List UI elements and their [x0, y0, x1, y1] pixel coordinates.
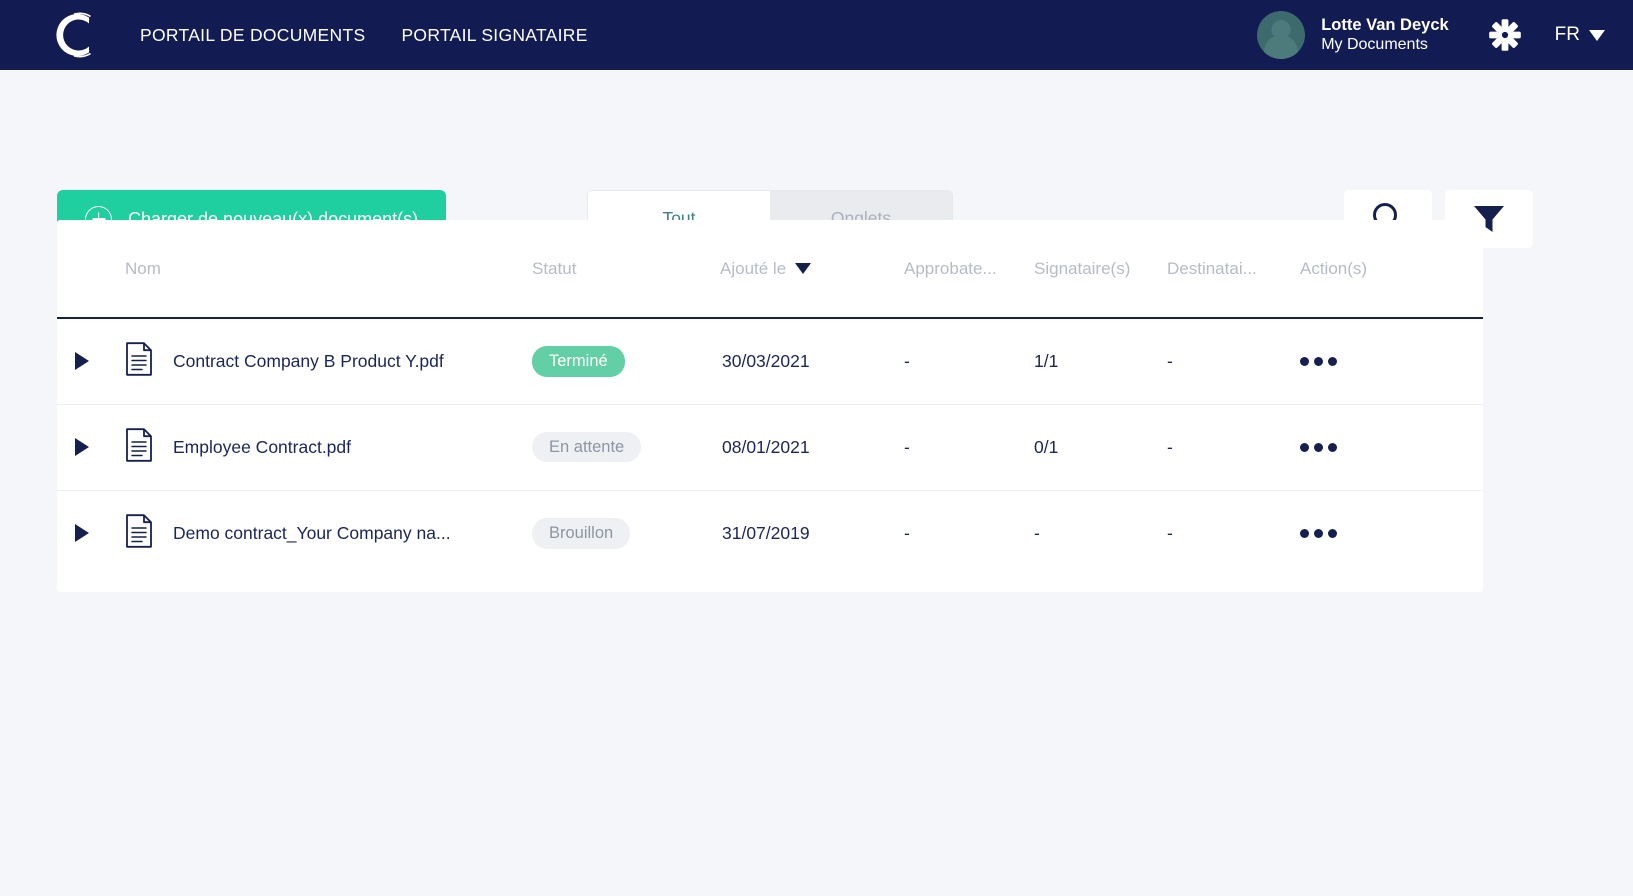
documents-card: Nom Statut Ajouté le Approbate... Signat…	[57, 220, 1483, 592]
table-header-row: Nom Statut Ajouté le Approbate... Signat…	[57, 220, 1483, 319]
recipients-cell: -	[1167, 489, 1300, 576]
expand-cell[interactable]	[57, 403, 125, 490]
main-nav: PORTAIL DE DOCUMENTS PORTAIL SIGNATAIRE	[140, 25, 588, 46]
signatories-cell: 0/1	[1034, 403, 1167, 490]
signatories-cell: 1/1	[1034, 350, 1059, 371]
status-cell: En attente	[532, 403, 720, 490]
documents-table: Nom Statut Ajouté le Approbate... Signat…	[57, 220, 1483, 576]
recipients-cell: -	[1167, 403, 1300, 490]
user-menu[interactable]: Lotte Van Deyck My Documents	[1257, 11, 1449, 59]
user-name: Lotte Van Deyck	[1321, 15, 1449, 34]
expand-cell[interactable]	[57, 489, 125, 576]
expand-row-icon[interactable]	[75, 352, 89, 371]
user-subtitle: My Documents	[1321, 36, 1428, 54]
user-avatar-icon	[1257, 11, 1306, 59]
date-cell: 31/07/2019	[720, 489, 904, 576]
document-icon	[125, 514, 153, 553]
document-name[interactable]: Contract Company B Product Y.pdf	[173, 351, 444, 372]
date-cell: 30/03/2021	[722, 350, 810, 371]
document-name[interactable]: Employee Contract.pdf	[173, 437, 351, 458]
approvers-cell: -	[904, 403, 1034, 490]
document-icon	[125, 342, 153, 381]
gear-icon[interactable]	[1485, 15, 1525, 55]
document-name[interactable]: Demo contract_Your Company na...	[173, 523, 451, 544]
top-navigation-bar: PORTAIL DE DOCUMENTS PORTAIL SIGNATAIRE …	[0, 0, 1633, 70]
table-row[interactable]: Demo contract_Your Company na... Brouill…	[57, 489, 1483, 576]
recipients-cell: -	[1167, 350, 1173, 371]
status-cell: Brouillon	[532, 489, 720, 576]
document-name-cell: Contract Company B Product Y.pdf	[125, 318, 532, 404]
expand-row-icon[interactable]	[75, 438, 89, 456]
nav-item-portail-de-documents[interactable]: PORTAIL DE DOCUMENTS	[140, 25, 365, 46]
document-name-cell: Demo contract_Your Company na...	[125, 489, 532, 576]
c-logo-icon[interactable]	[48, 8, 102, 62]
status-badge: Terminé	[532, 346, 625, 377]
ellipsis-icon[interactable]	[1300, 351, 1337, 372]
approvers-cell: -	[904, 350, 910, 371]
toolbar: Charger de nouveau(x) document(s) Tout O…	[0, 70, 1633, 248]
table-body: Contract Company B Product Y.pdf Terminé…	[57, 318, 1483, 576]
nav-item-portail-signataire[interactable]: PORTAIL SIGNATAIRE	[401, 25, 587, 46]
column-header-actions: Action(s)	[1300, 220, 1483, 319]
actions-cell	[1300, 318, 1483, 404]
ellipsis-icon[interactable]	[1300, 523, 1337, 544]
chevron-down-icon	[1589, 29, 1605, 41]
status-badge: En attente	[532, 431, 642, 463]
user-info: Lotte Van Deyck My Documents	[1321, 15, 1448, 56]
sort-desc-icon	[795, 262, 812, 274]
column-header-ajoute-le[interactable]: Ajouté le	[720, 220, 904, 319]
document-name-cell: Employee Contract.pdf	[125, 403, 532, 490]
status-cell: Terminé	[532, 318, 720, 404]
expand-row-icon[interactable]	[75, 524, 89, 543]
language-label: FR	[1554, 24, 1580, 45]
status-badge: Brouillon	[532, 518, 631, 549]
expand-cell[interactable]	[57, 318, 125, 404]
date-cell: 08/01/2021	[720, 403, 904, 490]
header-right-controls: Lotte Van Deyck My Documents FR	[1257, 11, 1605, 59]
column-header-expand	[57, 220, 125, 319]
column-header-destinataires[interactable]: Destinatai...	[1167, 220, 1300, 319]
table-header: Nom Statut Ajouté le Approbate... Signat…	[57, 220, 1483, 319]
column-header-statut[interactable]: Statut	[532, 220, 720, 319]
column-header-signataires[interactable]: Signataire(s)	[1034, 220, 1167, 319]
signatories-cell: -	[1034, 489, 1167, 576]
column-header-ajoute-le-label: Ajouté le	[720, 258, 787, 278]
table-row[interactable]: Employee Contract.pdf En attente 08/01/2…	[57, 403, 1483, 490]
ellipsis-icon[interactable]	[1300, 437, 1337, 458]
actions-cell	[1300, 403, 1483, 490]
document-icon	[125, 427, 153, 467]
language-selector[interactable]: FR	[1555, 24, 1605, 46]
column-header-nom[interactable]: Nom	[125, 220, 532, 319]
column-header-approbateurs[interactable]: Approbate...	[904, 220, 1034, 319]
table-row[interactable]: Contract Company B Product Y.pdf Terminé…	[57, 318, 1483, 404]
actions-cell	[1300, 489, 1483, 576]
approvers-cell: -	[904, 489, 1034, 576]
